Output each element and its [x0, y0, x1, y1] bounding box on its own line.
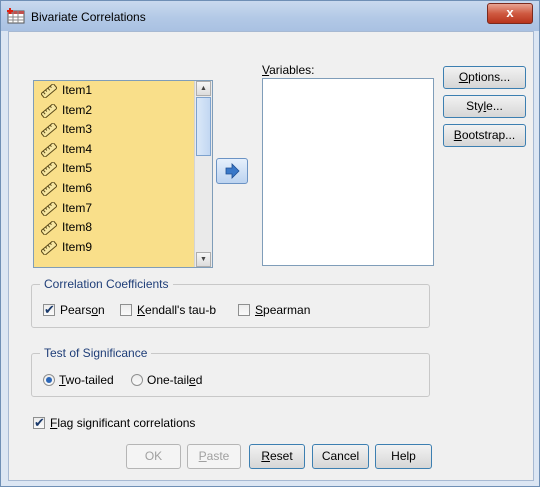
spearman-label[interactable]: Spearman — [255, 303, 310, 317]
bootstrap-button[interactable]: Bootstrap... — [443, 124, 526, 147]
list-item[interactable]: Item3 — [34, 120, 194, 140]
spearman-checkbox[interactable] — [238, 304, 250, 316]
kendall-label[interactable]: Kendall's tau-b — [137, 303, 216, 317]
ruler-icon — [40, 102, 58, 119]
list-item-label: Item2 — [62, 102, 93, 117]
spss-app-icon — [7, 8, 25, 24]
list-item-label: Item9 — [62, 239, 93, 254]
scroll-down-icon[interactable]: ▼ — [196, 252, 211, 267]
list-item[interactable]: Item8 — [34, 218, 194, 238]
reset-button[interactable]: Reset — [249, 444, 305, 469]
list-scrollbar[interactable]: ▲ ▼ — [194, 81, 212, 267]
ruler-icon — [40, 200, 58, 217]
ok-button[interactable]: OK — [126, 444, 181, 469]
close-button[interactable]: x — [487, 3, 533, 24]
list-item[interactable]: Item1 — [34, 81, 194, 101]
pearson-label[interactable]: Pearson — [60, 303, 105, 317]
one-tailed-radio[interactable] — [131, 374, 143, 386]
options-button[interactable]: Options... — [443, 66, 526, 89]
flag-significant-checkbox[interactable] — [33, 415, 45, 431]
list-item[interactable]: Item6 — [34, 179, 194, 199]
move-to-variables-button[interactable] — [216, 158, 248, 184]
window-title: Bivariate Correlations — [31, 10, 146, 24]
kendall-checkbox[interactable] — [120, 304, 132, 316]
list-item-label: Item6 — [62, 180, 93, 195]
ruler-icon — [40, 82, 58, 100]
pearson-checkbox[interactable] — [43, 302, 55, 318]
list-item-label: Item7 — [62, 200, 93, 215]
scroll-thumb[interactable] — [196, 97, 211, 156]
list-item[interactable]: Item9 — [34, 238, 194, 258]
ruler-icon — [40, 239, 58, 256]
list-item-label: Item8 — [62, 220, 93, 235]
list-item[interactable]: Item5 — [34, 159, 194, 179]
close-icon: x — [506, 5, 514, 20]
one-tailed-label[interactable]: One-tailed — [147, 373, 202, 387]
ruler-icon — [40, 122, 58, 139]
list-item-label: Item4 — [62, 141, 93, 156]
two-tailed-radio[interactable] — [43, 374, 55, 386]
list-items: Item1 Item2 Item3 Item4 Item5 Item6 Item7 Item8… — [34, 81, 194, 257]
flag-significant-label[interactable]: Flag significant correlations — [50, 416, 195, 430]
ruler-icon — [40, 161, 58, 178]
ruler-icon — [40, 220, 58, 237]
list-item[interactable]: Item2 — [34, 101, 194, 121]
dialog-window: Bivariate Correlations x Item1 Item2 Item3… — [0, 0, 540, 487]
variables-list[interactable] — [262, 78, 434, 266]
group-label-correlation: Correlation Coefficients — [40, 277, 173, 291]
arrow-right-icon — [225, 163, 240, 179]
title-bar[interactable]: Bivariate Correlations x — [1, 1, 539, 31]
cancel-button[interactable]: Cancel — [312, 444, 369, 469]
ruler-icon — [40, 141, 58, 158]
scroll-up-icon[interactable]: ▲ — [196, 81, 211, 96]
correlation-coefficients-group: Correlation Coefficients Pearson Kendall… — [31, 277, 430, 328]
source-variable-list[interactable]: Item1 Item2 Item3 Item4 Item5 Item6 Item7 Item8… — [33, 80, 213, 268]
variables-label: Variables: — [262, 63, 315, 77]
list-item[interactable]: Item7 — [34, 199, 194, 219]
list-item-label: Item3 — [62, 122, 93, 137]
list-item-label: Item5 — [62, 161, 93, 176]
list-item-label: Item1 — [62, 83, 93, 97]
paste-button[interactable]: Paste — [187, 444, 241, 469]
test-of-significance-group: Test of Significance Two-tailed One-tail… — [31, 346, 430, 397]
ruler-icon — [40, 180, 58, 198]
two-tailed-label[interactable]: Two-tailed — [59, 373, 114, 387]
list-item[interactable]: Item4 — [34, 140, 194, 160]
group-label-significance: Test of Significance — [40, 346, 152, 360]
style-button[interactable]: Style... — [443, 95, 526, 118]
help-button[interactable]: Help — [375, 444, 432, 469]
dialog-content: Item1 Item2 Item3 Item4 Item5 Item6 Item7 Item8… — [8, 31, 534, 481]
